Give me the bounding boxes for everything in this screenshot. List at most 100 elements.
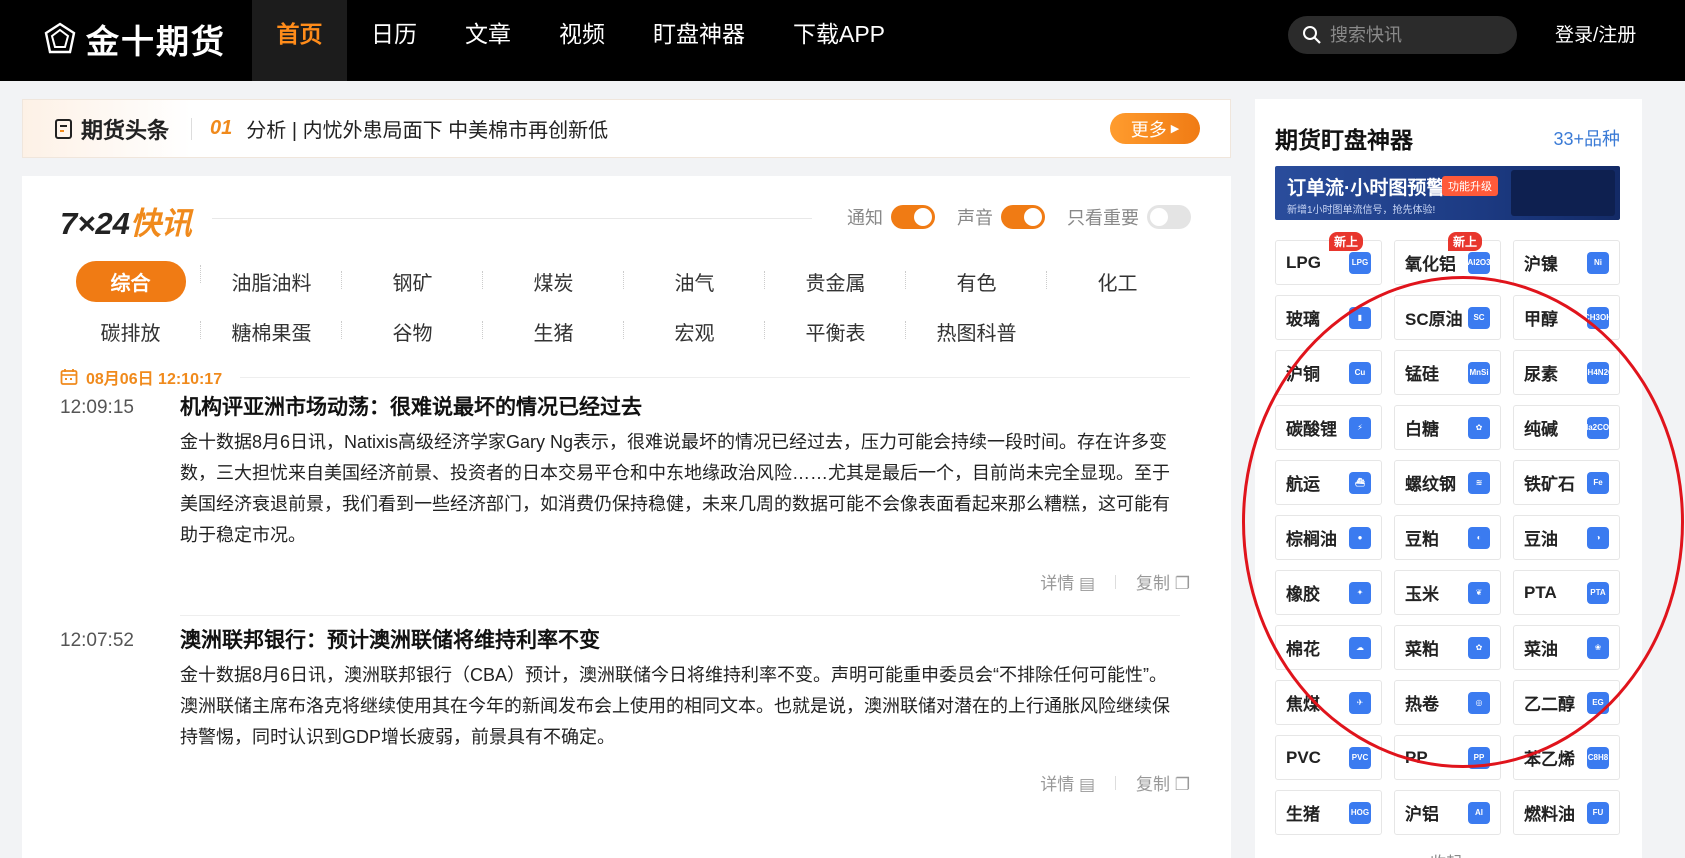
- tab-macro[interactable]: 宏观: [624, 317, 765, 346]
- tab-nonferrous[interactable]: 有色: [906, 267, 1047, 296]
- news-title[interactable]: 机构评亚洲市场动荡：很难说最坏的情况已经过去: [180, 391, 1180, 421]
- variety-item[interactable]: 热卷 ◎: [1394, 680, 1501, 725]
- variety-item[interactable]: 纯碱 Na2CO3: [1513, 405, 1620, 450]
- variety-item[interactable]: 碳酸锂 ⚡: [1275, 405, 1382, 450]
- order-flow-banner[interactable]: 订单流·小时图预警 功能升级 新增1小时图单流信号，抢先体验!: [1275, 166, 1620, 220]
- notify-switch[interactable]: [891, 205, 935, 229]
- variety-label: 沪铝: [1405, 805, 1439, 824]
- variety-label: 豆油: [1524, 530, 1558, 549]
- variety-item[interactable]: 氧化铝 Al2O3 新上: [1394, 232, 1501, 285]
- tab-all[interactable]: 综合: [60, 260, 201, 302]
- tab-grains[interactable]: 谷物: [342, 317, 483, 346]
- variety-icon: ●: [1349, 526, 1371, 549]
- tab-precious-metals[interactable]: 贵金属: [765, 267, 906, 296]
- toggle-sound[interactable]: 声音: [957, 204, 1045, 230]
- variety-item[interactable]: 焦煤 ✈: [1275, 680, 1382, 725]
- variety-item[interactable]: 生猪 HOG: [1275, 790, 1382, 835]
- variety-item[interactable]: LPG LPG 新上: [1275, 232, 1382, 285]
- variety-item[interactable]: 棉花 ☁: [1275, 625, 1382, 670]
- tab-oils[interactable]: 油脂油料: [201, 267, 342, 296]
- variety-label: 菜油: [1524, 640, 1558, 659]
- nav-item-videos[interactable]: 视频: [535, 0, 629, 81]
- detail-button[interactable]: 详情 ▤: [1040, 569, 1095, 594]
- variety-item[interactable]: 铁矿石 Fe: [1513, 460, 1620, 505]
- variety-icon: EG: [1587, 691, 1609, 714]
- variety-label: SC原油: [1405, 310, 1463, 329]
- news-time: 12:09:15: [60, 397, 134, 418]
- variety-icon: ☁: [1349, 636, 1371, 659]
- variety-label: 尿素: [1524, 365, 1558, 384]
- search-input[interactable]: [1330, 24, 1500, 46]
- important-only-switch[interactable]: [1147, 205, 1191, 229]
- variety-item[interactable]: PTA PTA: [1513, 570, 1620, 615]
- variety-item[interactable]: 菜油 ❀: [1513, 625, 1620, 670]
- variety-item[interactable]: 乙二醇 EG: [1513, 680, 1620, 725]
- variety-item[interactable]: 沪铜 Cu: [1275, 350, 1382, 395]
- variety-label: 白糖: [1405, 420, 1439, 439]
- variety-icon: ◐: [1468, 526, 1490, 549]
- variety-label: 玉米: [1405, 585, 1439, 604]
- copy-button[interactable]: 复制 ❐: [1136, 569, 1190, 594]
- date-header: 08月06日 12:10:17: [60, 365, 1190, 389]
- nav-item-calendar[interactable]: 日历: [347, 0, 441, 81]
- variety-item[interactable]: PP PP: [1394, 735, 1501, 780]
- headline-link[interactable]: 分析 | 内忧外患局面下 中美棉市再创新低: [246, 114, 608, 143]
- variety-item[interactable]: 螺纹钢 ≋: [1394, 460, 1501, 505]
- variety-item[interactable]: 橡胶 ✦: [1275, 570, 1382, 615]
- toggle-label: 只看重要: [1067, 208, 1139, 228]
- tab-soft-commodities[interactable]: 糖棉果蛋: [201, 317, 342, 346]
- sound-switch[interactable]: [1001, 205, 1045, 229]
- variety-item[interactable]: 沪铝 Al: [1394, 790, 1501, 835]
- nav-item-download-app[interactable]: 下载APP: [769, 0, 909, 81]
- variety-icon: PVC: [1349, 746, 1371, 769]
- variety-icon: ▮: [1349, 306, 1371, 329]
- variety-item[interactable]: 锰硅 MnSi: [1394, 350, 1501, 395]
- toggle-important-only[interactable]: 只看重要: [1067, 204, 1191, 230]
- variety-icon: LPG: [1349, 251, 1371, 274]
- news-title[interactable]: 澳洲联邦银行：预计澳洲联储将维持利率不变: [180, 624, 1180, 654]
- tab-chemicals[interactable]: 化工: [1047, 267, 1188, 296]
- variety-item[interactable]: 棕榈油 ●: [1275, 515, 1382, 560]
- variety-item[interactable]: 沪镍 Ni: [1513, 240, 1620, 285]
- tab-steel-ore[interactable]: 钢矿: [342, 267, 483, 296]
- nav-item-monitor[interactable]: 盯盘神器: [629, 0, 769, 81]
- variety-item[interactable]: 白糖 ✿: [1394, 405, 1501, 450]
- variety-item[interactable]: 豆油 ◑: [1513, 515, 1620, 560]
- variety-item[interactable]: PVC PVC: [1275, 735, 1382, 780]
- collapse-button[interactable]: 收起: [1430, 849, 1462, 858]
- nav-item-articles[interactable]: 文章: [441, 0, 535, 81]
- variety-count-link[interactable]: 33+品种: [1553, 125, 1620, 151]
- tab-carbon[interactable]: 碳排放: [60, 317, 201, 346]
- nav-item-home[interactable]: 首页: [252, 0, 347, 81]
- login-register-link[interactable]: 登录/注册: [1555, 20, 1636, 47]
- new-badge: 新上: [1447, 232, 1482, 251]
- variety-item[interactable]: 苯乙烯 C8H8: [1513, 735, 1620, 780]
- variety-label: PVC: [1286, 747, 1321, 767]
- search-box[interactable]: [1288, 16, 1517, 54]
- news-time: 12:07:52: [60, 630, 134, 651]
- tab-coal[interactable]: 煤炭: [483, 267, 624, 296]
- variety-item[interactable]: 尿素 CH4N2O: [1513, 350, 1620, 395]
- toggle-notify[interactable]: 通知: [847, 204, 935, 230]
- toggle-label: 通知: [847, 208, 883, 228]
- tab-balance-sheet[interactable]: 平衡表: [765, 317, 906, 346]
- variety-item[interactable]: SC原油 SC: [1394, 295, 1501, 340]
- variety-item[interactable]: 豆粕 ◐: [1394, 515, 1501, 560]
- tab-oil-gas[interactable]: 油气: [624, 267, 765, 296]
- logo[interactable]: 金十期货: [42, 14, 226, 64]
- variety-icon: MnSi: [1468, 361, 1490, 384]
- variety-icon: Cu: [1349, 361, 1371, 384]
- variety-icon: ✦: [1349, 581, 1371, 604]
- variety-item[interactable]: 菜粕 ✿: [1394, 625, 1501, 670]
- tab-hogs[interactable]: 生猪: [483, 317, 624, 346]
- variety-item[interactable]: 甲醇 CH3OH: [1513, 295, 1620, 340]
- detail-button[interactable]: 详情 ▤: [1040, 770, 1095, 795]
- more-button[interactable]: 更多 ▶: [1110, 113, 1200, 144]
- variety-item[interactable]: 玻璃 ▮: [1275, 295, 1382, 340]
- tab-heatmap[interactable]: 热图科普: [906, 317, 1047, 346]
- variety-item[interactable]: 玉米 ❦: [1394, 570, 1501, 615]
- variety-item[interactable]: 燃料油 FU: [1513, 790, 1620, 835]
- copy-button[interactable]: 复制 ❐: [1136, 770, 1190, 795]
- variety-item[interactable]: 航运 ⛴: [1275, 460, 1382, 505]
- variety-label: 苯乙烯: [1524, 750, 1575, 769]
